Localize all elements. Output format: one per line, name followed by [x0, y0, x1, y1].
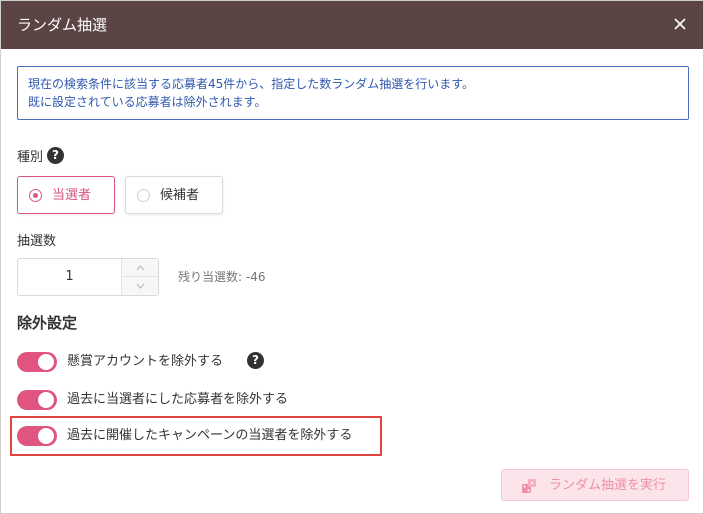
dialog-titlebar: ランダム抽選	[1, 1, 703, 49]
chevron-up-icon	[136, 265, 145, 271]
radio-circle-selected	[29, 189, 42, 202]
info-message: 現在の検索条件に該当する応募者45件から、指定した数ランダム抽選を行います。 既…	[17, 66, 689, 120]
dice-icon	[521, 478, 537, 494]
random-draw-dialog: ランダム抽選 現在の検索条件に該当する応募者45件から、指定した数ランダム抽選を…	[0, 0, 704, 514]
toggle-knob	[38, 392, 54, 408]
highlight-box	[10, 416, 382, 456]
run-random-draw-button[interactable]: ランダム抽選を実行	[501, 469, 689, 501]
stepper-arrows	[121, 259, 159, 295]
toggle-exclude-past-winners[interactable]	[17, 390, 57, 410]
remaining-count: 残り当選数: -46	[178, 270, 266, 284]
radio-circle	[137, 189, 150, 202]
count-label: 抽選数	[17, 234, 57, 249]
toggle-exclude-sweepstakes-label: 懸賞アカウントを除外する	[67, 354, 224, 369]
radio-winner[interactable]: 当選者	[17, 176, 115, 214]
radio-winner-label: 当選者	[52, 188, 92, 203]
quantity-stepper: 1	[17, 258, 159, 296]
info-line-1: 現在の検索条件に該当する応募者45件から、指定した数ランダム抽選を行います。	[28, 77, 475, 91]
help-icon[interactable]: ?	[47, 147, 64, 164]
chevron-down-icon	[136, 283, 145, 289]
exclusion-title: 除外設定	[17, 314, 78, 332]
run-button-label: ランダム抽選を実行	[549, 478, 667, 493]
increment-button[interactable]	[122, 259, 159, 277]
radio-candidate[interactable]: 候補者	[125, 176, 223, 214]
dialog-title: ランダム抽選	[17, 16, 108, 34]
toggle-exclude-sweepstakes[interactable]	[17, 352, 57, 372]
info-line-2: 既に設定されている応募者は除外されます。	[28, 95, 267, 109]
type-label: 種別	[17, 150, 44, 165]
decrement-button[interactable]	[122, 277, 159, 295]
toggle-knob	[38, 354, 54, 370]
close-icon[interactable]	[669, 13, 691, 35]
toggle-exclude-past-winners-label: 過去に当選者にした応募者を除外する	[67, 392, 289, 407]
quantity-input[interactable]: 1	[18, 259, 121, 295]
radio-candidate-label: 候補者	[160, 188, 200, 203]
help-icon[interactable]: ?	[247, 352, 264, 369]
